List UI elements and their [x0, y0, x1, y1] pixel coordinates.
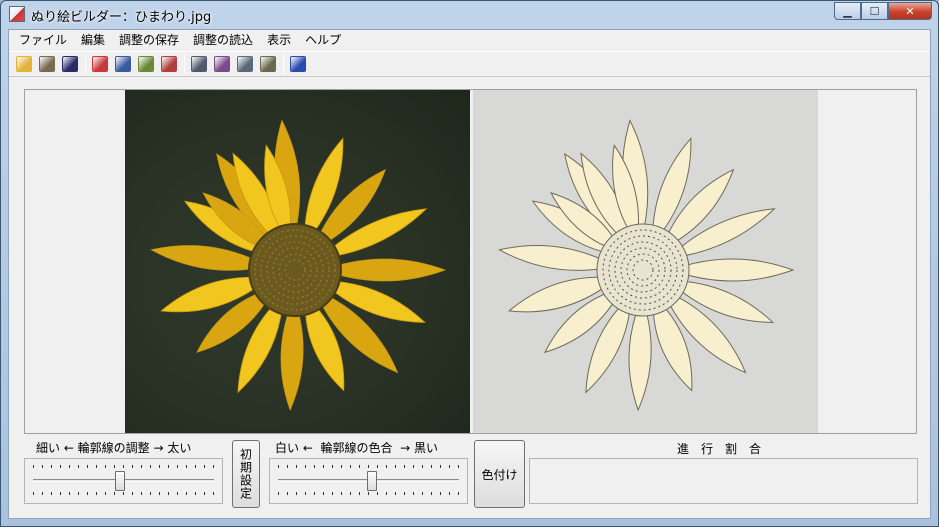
toolbar-separator [184, 54, 185, 74]
menu-bar: ファイル 編集 調整の保存 調整の読込 表示 ヘルプ [9, 30, 930, 50]
toolbar-separator [283, 54, 284, 74]
flower-center [248, 223, 342, 317]
menu-file[interactable]: ファイル [12, 30, 74, 50]
app-icon[interactable] [9, 6, 25, 22]
edit-icon [138, 56, 154, 72]
print-preview-icon [237, 56, 253, 72]
toolbar [9, 51, 930, 77]
slider-ticks [278, 492, 459, 495]
outline-color-label: 白い ← 輪郭線の色合 → 黒い [275, 441, 438, 455]
caption-buttons: ▁ ☐ ✕ [834, 2, 932, 20]
progress-bar [529, 458, 918, 504]
adjust-button[interactable] [36, 53, 58, 75]
export-icon [161, 56, 177, 72]
close-image-icon [92, 56, 108, 72]
print-setup-icon [214, 56, 230, 72]
printer-options-icon [260, 56, 276, 72]
save-disk-icon [62, 56, 78, 72]
outline-width-thumb[interactable] [115, 471, 126, 491]
open-folder-icon [16, 56, 32, 72]
zoom-button[interactable] [112, 53, 134, 75]
adjustment-controls: 細い ← 輪郭線の調整 → 太い 初期設定 白い ← 輪郭線の色合 → 黒い 色… [9, 438, 930, 518]
zoom-icon [115, 56, 131, 72]
slider-ticks [278, 465, 459, 468]
printer-options-button[interactable] [257, 53, 279, 75]
app-window: ぬり絵ビルダー：ひまわり.jpg ▁ ☐ ✕ ファイル 編集 調整の保存 調整の… [0, 0, 939, 527]
colorize-button[interactable]: 色付け [474, 440, 525, 508]
slider-ticks [33, 492, 214, 495]
minimize-button[interactable]: ▁ [834, 2, 861, 20]
progress-label: 進 行 割 合 [677, 442, 762, 456]
close-image-button[interactable] [89, 53, 111, 75]
image-panel [24, 89, 917, 434]
original-photo [125, 90, 470, 433]
print-setup-button[interactable] [211, 53, 233, 75]
adjust-icon [39, 56, 55, 72]
client-area: ファイル 編集 調整の保存 調整の読込 表示 ヘルプ 細い ← 輪郭線の調整 →… [8, 29, 931, 519]
menu-help[interactable]: ヘルプ [298, 30, 348, 50]
outline-width-slider[interactable] [24, 458, 223, 504]
outline-color-slider[interactable] [269, 458, 468, 504]
open-folder-button[interactable] [13, 53, 35, 75]
export-button[interactable] [158, 53, 180, 75]
close-button[interactable]: ✕ [888, 2, 932, 20]
print-preview-button[interactable] [234, 53, 256, 75]
menu-save-adjustment[interactable]: 調整の保存 [112, 30, 186, 50]
outline-width-label: 細い ← 輪郭線の調整 → 太い [36, 441, 192, 455]
maximize-button[interactable]: ☐ [861, 2, 888, 20]
reset-button[interactable]: 初期設定 [232, 440, 260, 508]
help-button[interactable] [287, 53, 309, 75]
slider-ticks [33, 465, 214, 468]
menu-edit[interactable]: 編集 [74, 30, 112, 50]
menu-view[interactable]: 表示 [260, 30, 298, 50]
window-title: ぬり絵ビルダー：ひまわり.jpg [31, 10, 212, 25]
save-disk-button[interactable] [59, 53, 81, 75]
flower-center [596, 223, 690, 317]
help-icon [290, 56, 306, 72]
title-bar[interactable]: ぬり絵ビルダー：ひまわり.jpg ▁ ☐ ✕ [1, 1, 938, 27]
sunflower-line-art [498, 119, 795, 412]
edit-button[interactable] [135, 53, 157, 75]
line-art-preview [473, 90, 818, 433]
menu-load-adjustment[interactable]: 調整の読込 [186, 30, 260, 50]
outline-color-thumb[interactable] [366, 471, 377, 491]
sunflower-photo [150, 119, 447, 412]
toolbar-separator [85, 54, 86, 74]
print-button[interactable] [188, 53, 210, 75]
print-icon [191, 56, 207, 72]
